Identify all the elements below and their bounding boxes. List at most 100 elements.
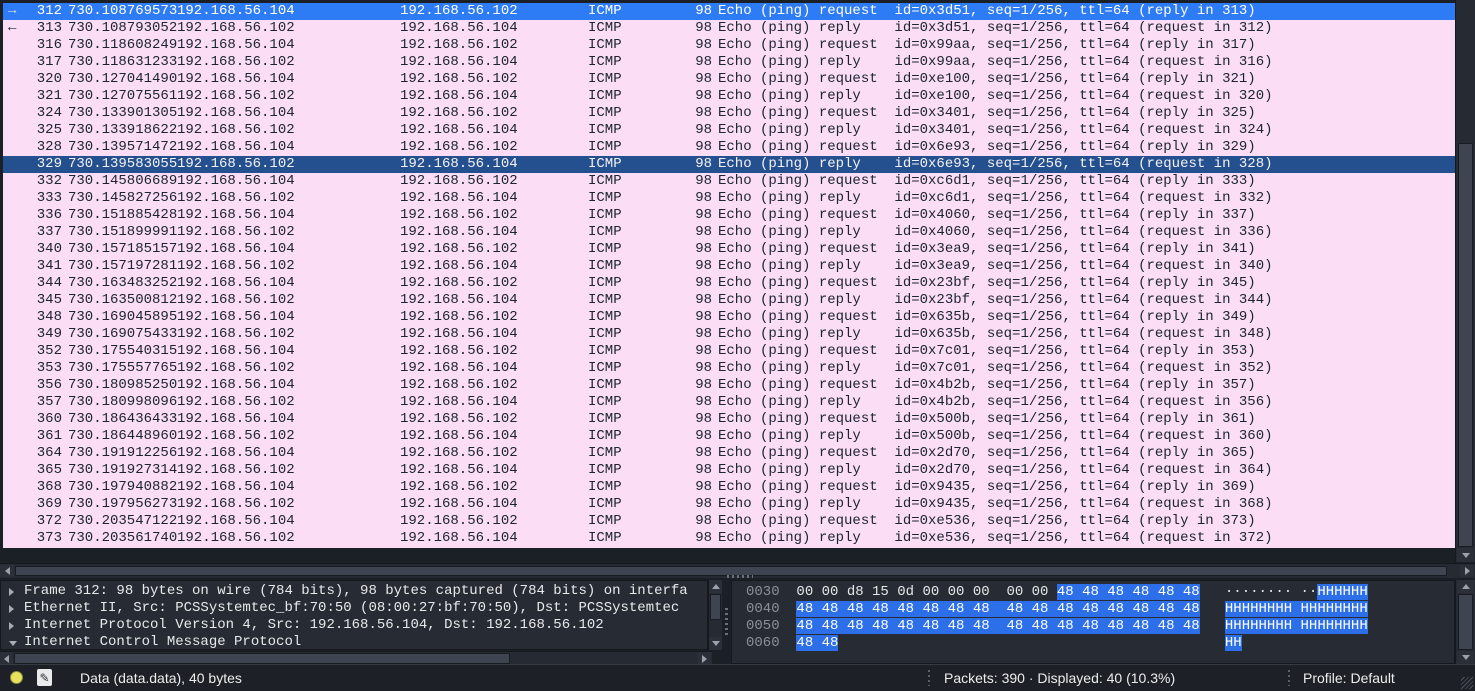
packet-row[interactable]: 344730.163483252192.168.56.104192.168.56… xyxy=(3,275,1455,292)
cell-length: 98 xyxy=(690,411,712,428)
cell-source: 192.168.56.104 xyxy=(177,513,400,530)
cell-no: 332 xyxy=(36,173,62,190)
cell-source: 192.168.56.102 xyxy=(177,462,400,479)
marker-cell xyxy=(3,445,36,462)
packet-row[interactable]: 352730.175540315192.168.56.104192.168.56… xyxy=(3,343,1455,360)
cell-protocol: ICMP xyxy=(588,122,690,139)
detail-row[interactable]: Internet Protocol Version 4, Src: 192.16… xyxy=(1,617,707,634)
related-packet-arrow-icon: ← xyxy=(3,20,36,37)
expander-expanded-icon[interactable] xyxy=(9,641,17,646)
packet-row[interactable]: 356730.180985250192.168.56.104192.168.56… xyxy=(3,377,1455,394)
scroll-down-button[interactable] xyxy=(709,637,722,650)
packet-row[interactable]: ←313730.108793052192.168.56.102192.168.5… xyxy=(3,20,1455,37)
packet-row[interactable]: 372730.203547122192.168.56.104192.168.56… xyxy=(3,513,1455,530)
cell-no: 356 xyxy=(36,377,62,394)
expander-collapsed-icon[interactable] xyxy=(9,588,14,596)
marker-cell xyxy=(3,496,36,513)
packet-row[interactable]: 317730.118631233192.168.56.102192.168.56… xyxy=(3,54,1455,71)
packet-row[interactable]: 328730.139571472192.168.56.104192.168.56… xyxy=(3,139,1455,156)
marker-cell xyxy=(3,394,36,411)
arrow-up-icon xyxy=(1462,584,1470,589)
cell-length: 98 xyxy=(690,462,712,479)
scroll-right-button[interactable] xyxy=(1460,565,1474,577)
packet-row[interactable]: 364730.191912256192.168.56.104192.168.56… xyxy=(3,445,1455,462)
packet-row[interactable]: 361730.186448960192.168.56.102192.168.56… xyxy=(3,428,1455,445)
packet-row[interactable]: 320730.127041490192.168.56.104192.168.56… xyxy=(3,71,1455,88)
packet-row[interactable]: 329730.139583055192.168.56.102192.168.56… xyxy=(3,156,1455,173)
scroll-down-button[interactable] xyxy=(1457,548,1474,562)
marker-cell xyxy=(3,292,36,309)
cell-length: 98 xyxy=(690,37,712,54)
packet-row[interactable]: 332730.145806689192.168.56.104192.168.56… xyxy=(3,173,1455,190)
detail-text: Frame 312: 98 bytes on wire (784 bits), … xyxy=(24,583,688,599)
details-vscrollbar-thumb[interactable] xyxy=(710,594,721,620)
resize-grip[interactable] xyxy=(1461,677,1473,689)
hex-vscrollbar-thumb[interactable] xyxy=(1458,594,1473,650)
details-hscrollbar-thumb[interactable] xyxy=(14,653,510,664)
cell-no: 349 xyxy=(36,326,62,343)
packet-row[interactable]: →312730.108769573192.168.56.104192.168.5… xyxy=(3,3,1455,20)
cell-length: 98 xyxy=(690,360,712,377)
packet-row[interactable]: 341730.157197281192.168.56.102192.168.56… xyxy=(3,258,1455,275)
cell-time: 730.127041490 xyxy=(62,71,177,88)
detail-row[interactable]: Ethernet II, Src: PCSSystemtec_bf:70:50 … xyxy=(1,600,707,617)
packet-row[interactable]: 337730.151899991192.168.56.102192.168.56… xyxy=(3,224,1455,241)
pane-splitter-handle[interactable] xyxy=(727,575,753,578)
packet-row[interactable]: 348730.169045895192.168.56.104192.168.56… xyxy=(3,309,1455,326)
expert-info-icon[interactable] xyxy=(10,671,23,684)
packet-list-vscrollbar[interactable] xyxy=(1455,0,1475,562)
cell-destination: 192.168.56.102 xyxy=(400,241,588,258)
cell-destination: 192.168.56.102 xyxy=(400,309,588,326)
details-vscrollbar[interactable] xyxy=(708,580,722,650)
cell-source: 192.168.56.102 xyxy=(177,428,400,445)
cell-no: 313 xyxy=(36,20,62,37)
cell-destination: 192.168.56.104 xyxy=(400,54,588,71)
profile-selector[interactable]: Profile: Default xyxy=(1303,665,1395,691)
packet-row[interactable]: 321730.127075561192.168.56.102192.168.56… xyxy=(3,88,1455,105)
hex-vscrollbar[interactable] xyxy=(1455,580,1475,664)
packet-row[interactable]: 368730.197940882192.168.56.104192.168.56… xyxy=(3,479,1455,496)
packet-row[interactable]: 360730.186436433192.168.56.104192.168.56… xyxy=(3,411,1455,428)
details-hex-splitter[interactable] xyxy=(722,580,731,665)
packet-row[interactable]: 324730.133901305192.168.56.104192.168.56… xyxy=(3,105,1455,122)
packet-row[interactable]: 325730.133918622192.168.56.102192.168.56… xyxy=(3,122,1455,139)
packet-row[interactable]: 353730.175557765192.168.56.102192.168.56… xyxy=(3,360,1455,377)
scroll-left-button[interactable] xyxy=(0,565,14,577)
hex-row[interactable]: 0040 48 48 48 48 48 48 48 48 48 48 48 48… xyxy=(746,601,1454,618)
packet-row[interactable]: 333730.145827256192.168.56.102192.168.56… xyxy=(3,190,1455,207)
packet-row[interactable]: 316730.118608249192.168.56.104192.168.56… xyxy=(3,37,1455,54)
cell-source: 192.168.56.104 xyxy=(177,3,400,20)
detail-row[interactable]: Frame 312: 98 bytes on wire (784 bits), … xyxy=(1,583,707,600)
packet-row[interactable]: 345730.163500812192.168.56.102192.168.56… xyxy=(3,292,1455,309)
packet-row[interactable]: 336730.151885428192.168.56.104192.168.56… xyxy=(3,207,1455,224)
cell-time: 730.203547122 xyxy=(62,513,177,530)
packet-row[interactable]: 365730.191927314192.168.56.102192.168.56… xyxy=(3,462,1455,479)
packet-row[interactable]: 357730.180998096192.168.56.102192.168.56… xyxy=(3,394,1455,411)
capture-comment-icon[interactable]: ✎ xyxy=(37,669,52,686)
expander-collapsed-icon[interactable] xyxy=(9,605,14,613)
cell-protocol: ICMP xyxy=(588,462,690,479)
cell-source: 192.168.56.102 xyxy=(177,88,400,105)
hex-row[interactable]: 0030 00 00 d8 15 0d 00 00 00 00 00 48 48… xyxy=(746,584,1454,601)
scroll-down-button[interactable] xyxy=(1457,651,1474,664)
packet-row[interactable]: 373730.203561740192.168.56.102192.168.56… xyxy=(3,530,1455,547)
packet-row[interactable]: 369730.197956273192.168.56.102192.168.56… xyxy=(3,496,1455,513)
scroll-up-button[interactable] xyxy=(1457,580,1474,593)
marker-cell xyxy=(3,309,36,326)
expander-collapsed-icon[interactable] xyxy=(9,622,14,630)
hex-row[interactable]: 0060 48 48 HH xyxy=(746,635,1454,652)
hex-row[interactable]: 0050 48 48 48 48 48 48 48 48 48 48 48 48… xyxy=(746,618,1454,635)
scroll-up-button[interactable] xyxy=(709,580,722,593)
cell-no: 353 xyxy=(36,360,62,377)
detail-row[interactable]: Internet Control Message Protocol xyxy=(1,634,707,650)
ascii-highlighted: HH xyxy=(1225,635,1242,651)
cell-source: 192.168.56.102 xyxy=(177,54,400,71)
cell-destination: 192.168.56.102 xyxy=(400,207,588,224)
packet-row[interactable]: 340730.157185157192.168.56.104192.168.56… xyxy=(3,241,1455,258)
marker-cell xyxy=(3,224,36,241)
packet-row[interactable]: 349730.169075433192.168.56.102192.168.56… xyxy=(3,326,1455,343)
cell-source: 192.168.56.104 xyxy=(177,275,400,292)
cell-protocol: ICMP xyxy=(588,207,690,224)
packet-list-vscrollbar-thumb[interactable] xyxy=(1458,143,1473,547)
details-hscrollbar[interactable] xyxy=(0,651,712,665)
